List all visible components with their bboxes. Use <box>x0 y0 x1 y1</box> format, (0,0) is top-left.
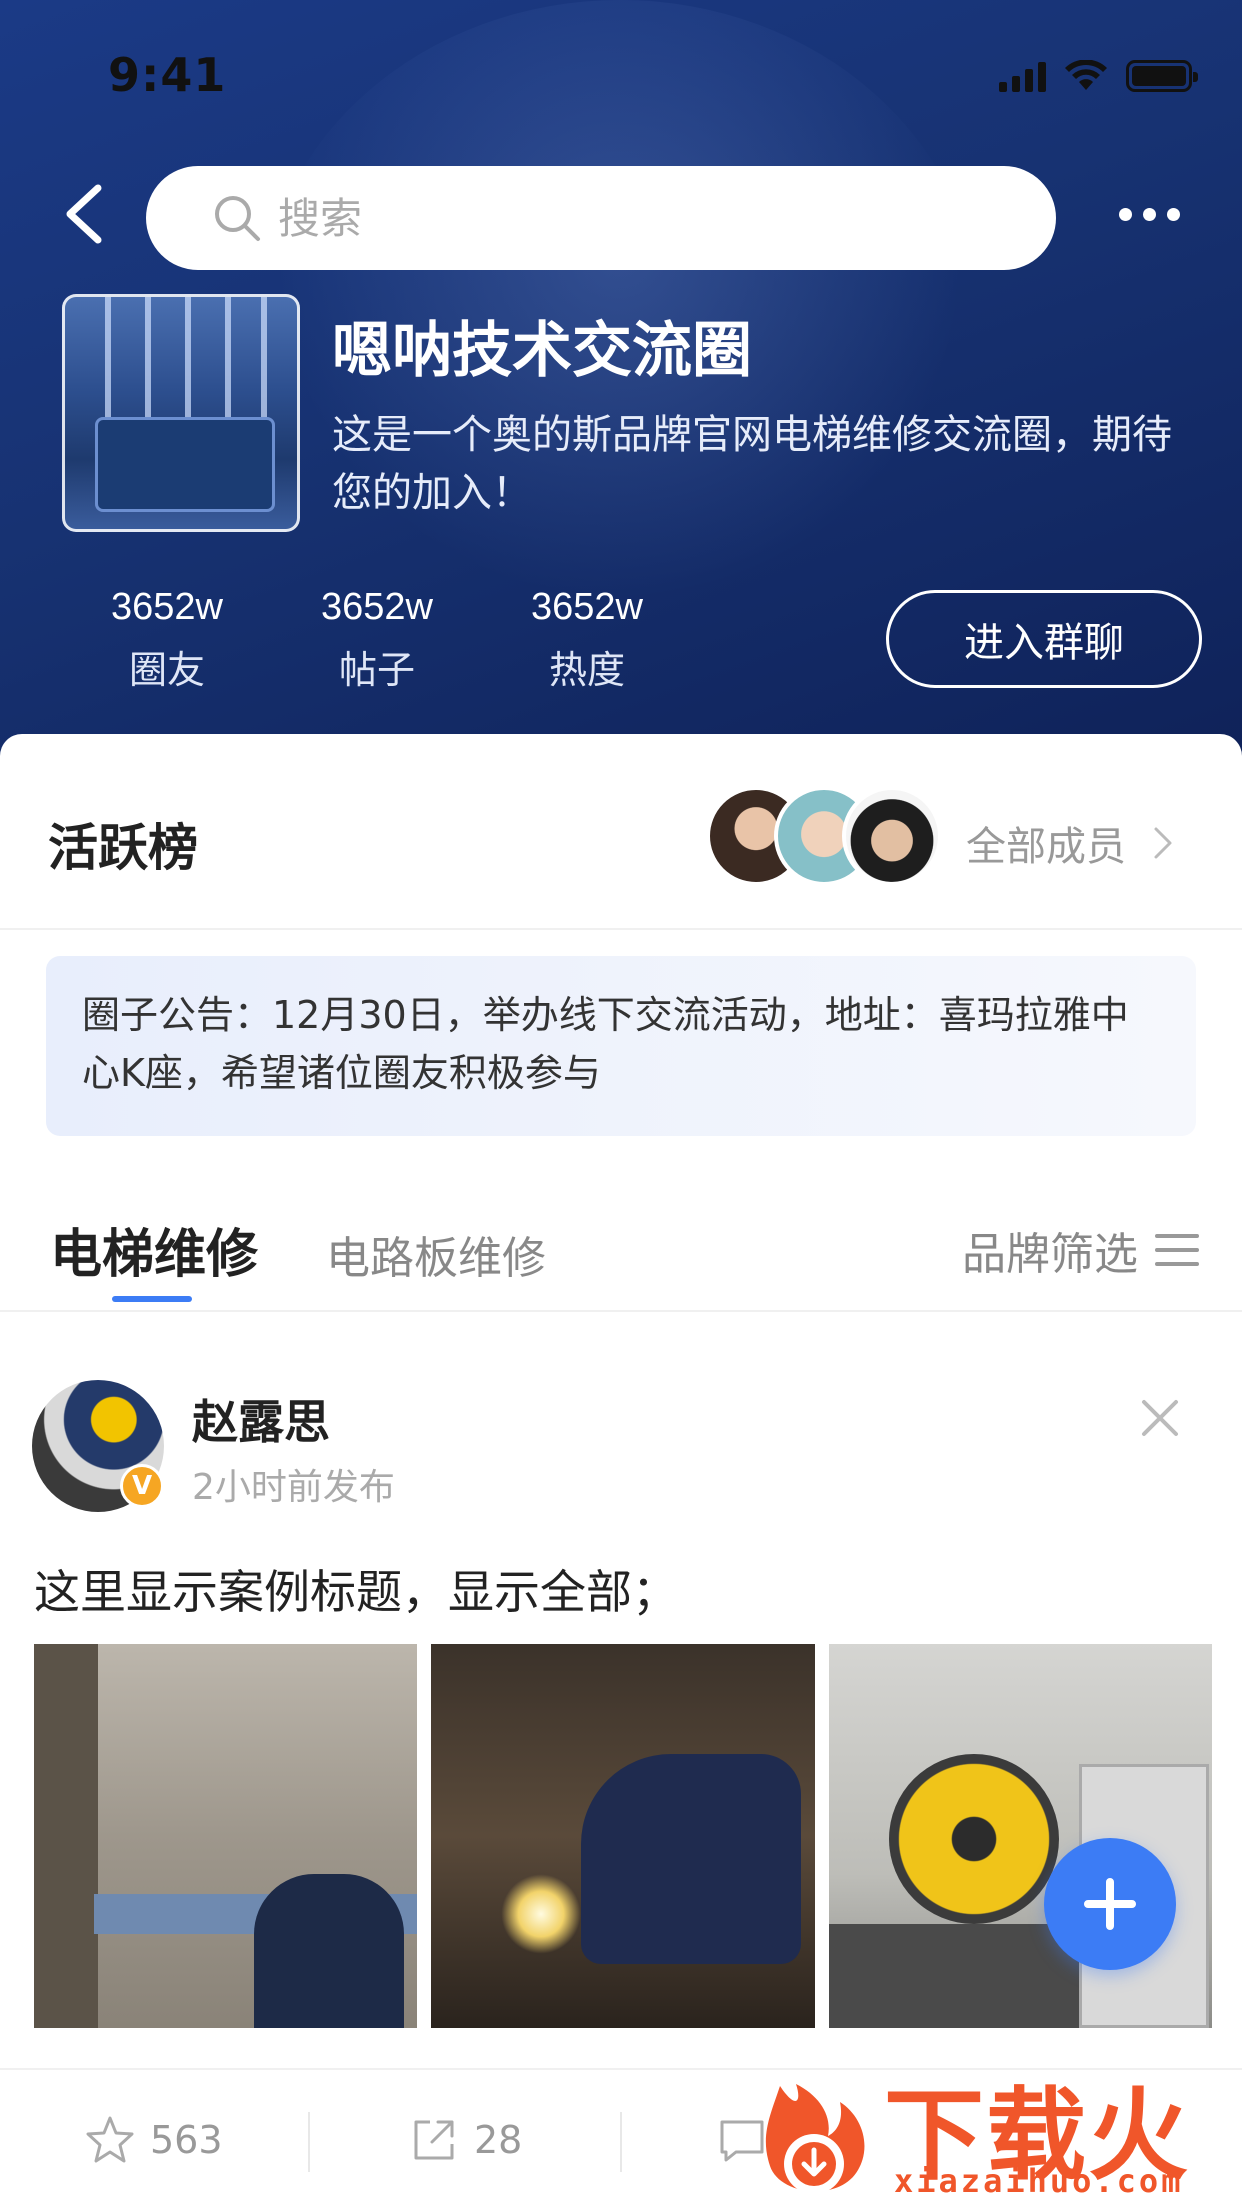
stat-label: 圈友 <box>128 648 205 692</box>
member-avatars[interactable] <box>706 786 946 886</box>
tab-elevator-repair[interactable]: 电梯维修 <box>50 1212 258 1287</box>
avatar[interactable] <box>842 786 942 886</box>
search-bar[interactable] <box>146 166 1056 270</box>
all-members-link[interactable]: 全部成员 <box>966 814 1178 872</box>
wifi-icon <box>1064 59 1108 92</box>
group-stats: 3652w 圈友 3652w 帖子 3652w 热度 <box>62 586 692 694</box>
stat-posts: 3652w 帖子 <box>272 586 482 694</box>
stat-value: 3652w <box>321 586 433 628</box>
active-board: 活跃榜 全部成员 <box>0 734 1242 930</box>
group-description: 这是一个奥的斯品牌官网电梯维修交流圈，期待您的加入！ <box>332 412 1172 516</box>
status-time: 9:41 <box>108 48 227 102</box>
signal-icon <box>999 62 1046 92</box>
group-info: 嗯呐技术交流圈 这是一个奥的斯品牌官网电梯维修交流圈，期待您的加入！ <box>62 294 1202 534</box>
all-members-label: 全部成员 <box>966 824 1126 870</box>
menu-icon <box>1155 1234 1199 1266</box>
post-title[interactable]: 这里显示案例标题，显示全部； <box>34 1556 678 1622</box>
favorite-count: 563 <box>150 2118 223 2162</box>
post-time: 2小时前发布 <box>192 1467 395 1508</box>
favorite-button[interactable]: 563 <box>84 2070 223 2208</box>
status-bar: 9:41 <box>0 0 1242 150</box>
group-cover-image <box>62 294 300 532</box>
divider <box>620 2112 622 2172</box>
star-icon <box>86 2116 134 2163</box>
group-notice[interactable]: 圈子公告：12月30日，举办线下交流活动，地址：喜玛拉雅中心K座，希望诸位圈友积… <box>46 956 1196 1136</box>
join-group-chat-button[interactable]: 进入群聊 <box>886 590 1202 688</box>
search-input[interactable] <box>278 193 878 243</box>
stat-popularity: 3652w 热度 <box>482 586 692 694</box>
stat-members: 3652w 圈友 <box>62 586 272 694</box>
stat-label: 热度 <box>548 648 625 692</box>
author-name[interactable]: 赵露思 <box>192 1386 330 1452</box>
battery-icon <box>1126 60 1198 92</box>
watermark-url: xiazaihuo.com <box>894 2162 1184 2200</box>
content-sheet: 活跃榜 全部成员 圈子公告：12月30日，举办线下交流活动，地址：喜玛拉雅中心K… <box>0 734 1242 2208</box>
share-count: 28 <box>474 2118 523 2162</box>
top-nav <box>0 160 1242 270</box>
divider <box>308 2112 310 2172</box>
stat-label: 帖子 <box>338 648 415 692</box>
stat-value: 3652w <box>531 586 643 628</box>
brand-filter-button[interactable]: 品牌筛选 <box>962 1218 1200 1282</box>
category-tabs: 电梯维修 电路板维修 品牌筛选 <box>0 1174 1242 1312</box>
chevron-right-icon <box>1154 827 1172 859</box>
brand-filter-label: 品牌筛选 <box>962 1229 1138 1280</box>
group-header: 9:41 嗯呐技术交流圈 这是一个奥的斯品牌官网电梯维修交流圈，期待您的加入 <box>0 0 1242 760</box>
post-photo[interactable] <box>828 1644 1212 2028</box>
flame-logo-icon <box>765 2084 865 2194</box>
search-icon <box>215 196 260 241</box>
status-icons <box>999 59 1198 92</box>
post-photos <box>34 1644 1212 2028</box>
back-icon[interactable] <box>60 184 110 244</box>
share-icon <box>414 2120 454 2160</box>
more-icon[interactable] <box>1119 208 1180 221</box>
post-photo[interactable] <box>431 1644 815 2028</box>
active-board-title: 活跃榜 <box>48 819 198 877</box>
tab-circuit-board-repair[interactable]: 电路板维修 <box>326 1222 546 1286</box>
site-watermark: 下载火 xiazaihuo.com <box>734 2046 1242 2208</box>
plus-icon <box>1084 1878 1136 1930</box>
share-button[interactable]: 28 <box>408 2070 522 2208</box>
active-tab-indicator <box>112 1296 192 1302</box>
verified-badge: V <box>120 1464 164 1508</box>
stat-value: 3652w <box>111 586 223 628</box>
create-post-button[interactable] <box>1044 1838 1176 1970</box>
group-title: 嗯呐技术交流圈 <box>332 316 752 386</box>
post-photo[interactable] <box>34 1644 418 2028</box>
close-icon[interactable] <box>1138 1396 1182 1440</box>
